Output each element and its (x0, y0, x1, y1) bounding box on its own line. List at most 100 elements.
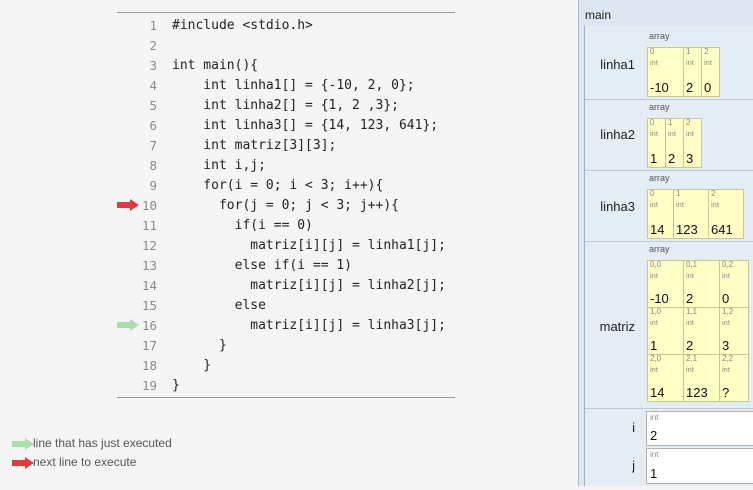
code-line-6: 6 int linha3[] = {14, 123, 641}; (117, 116, 455, 136)
cell-value: 2 (686, 291, 694, 306)
line-number: 10 (141, 198, 157, 213)
array-caption: array (649, 102, 670, 112)
array-cell: 0 int -10 (647, 47, 684, 97)
code-line-13: 13 else if(i == 1) (117, 256, 455, 276)
cell-value: 14 (650, 222, 665, 237)
var-name-linha2: linha2 (600, 127, 635, 142)
var-name-j: j (632, 458, 635, 473)
matrix-cell: 1,0 int 1 (647, 307, 684, 355)
code-line-10: 10 for(j = 0; j < 3; j++){ (117, 196, 455, 216)
array-cell: 0 int 14 (647, 189, 674, 239)
scalar-type: int (650, 413, 659, 422)
line-number: 12 (141, 238, 157, 253)
line-number: 14 (141, 278, 157, 293)
code-text: matriz[i][j] = linha2[j]; (172, 278, 446, 293)
array-cell: 1 int 123 (673, 189, 709, 239)
matrix-cell: 1,1 int 2 (683, 307, 720, 355)
array-cell: 1 int 2 (665, 118, 684, 168)
cell-value: 1 (650, 151, 658, 166)
line-number: 9 (149, 178, 157, 193)
legend-next-label: next line to execute (33, 455, 137, 469)
cell-value: -10 (650, 291, 669, 306)
line-number: 17 (141, 338, 157, 353)
code-text: #include <stdio.h> (172, 18, 313, 33)
scalar-type: int (650, 450, 659, 459)
cell-type: int (650, 200, 658, 209)
code-text: for(i = 0; i < 3; i++){ (172, 178, 384, 193)
code-text: int i,j; (172, 158, 266, 173)
cell-index: 2 (704, 47, 709, 56)
cell-index: 0,1 (686, 260, 698, 269)
code-text: } (172, 358, 212, 373)
code-text: int linha2[] = {1, 2 ,3}; (172, 98, 399, 113)
code-text: for(j = 0; j < 3; j++){ (172, 198, 399, 213)
line-number: 16 (141, 318, 157, 333)
var-name-matriz: matriz (599, 319, 635, 334)
cell-type: int (686, 58, 694, 67)
cell-value: ? (722, 385, 730, 400)
line-number: 8 (149, 158, 157, 173)
array-cell: 2 int 3 (683, 118, 702, 168)
code-line-17: 17 } (117, 336, 455, 356)
var-name-linha1: linha1 (600, 57, 635, 72)
matrix-cell: 2,1 int 123 (683, 354, 720, 402)
cell-value: 3 (686, 151, 694, 166)
cell-index: 1 (686, 47, 691, 56)
code-line-2: 2 (117, 36, 455, 56)
cell-type: int (686, 271, 694, 280)
cell-type: int (711, 200, 719, 209)
cell-value: 2 (686, 338, 694, 353)
line-number: 13 (141, 258, 157, 273)
matrix-cell: 2,2 int? (719, 354, 749, 402)
scalar-i: int 2 (646, 411, 753, 446)
cell-type: int (686, 129, 694, 138)
row-separator (585, 170, 753, 171)
code-line-9: 9 for(i = 0; i < 3; i++){ (117, 176, 455, 196)
line-number: 7 (149, 138, 157, 153)
code-line-5: 5 int linha2[] = {1, 2 ,3}; (117, 96, 455, 116)
cell-index: 0 (650, 118, 655, 127)
cell-type: int (650, 129, 658, 138)
line-number: 15 (141, 298, 157, 313)
line-number: 1 (149, 18, 157, 33)
matrix-cell: 2,0 int 14 (647, 354, 684, 402)
code-text: } (172, 338, 227, 353)
memory-panel: main linha1 array 0 int -10 1 int 2 2 int 0 li… (578, 0, 753, 486)
code-text: int matriz[3][3]; (172, 138, 337, 153)
code-text: int main(){ (172, 58, 259, 73)
cell-value: 641 (711, 222, 733, 237)
cell-value: 1 (650, 338, 658, 353)
var-name-linha3: linha3 (600, 199, 635, 214)
line-number: 11 (141, 218, 157, 233)
array-caption: array (649, 173, 670, 183)
legend-executed-label: line that has just executed (33, 436, 172, 450)
line-number: 19 (141, 378, 157, 393)
cell-value: 0 (704, 80, 712, 95)
row-separator (585, 99, 753, 100)
cell-value: 123 (676, 222, 698, 237)
cell-index: 1 (668, 118, 673, 127)
array-cell: 2 int 641 (708, 189, 744, 239)
code-line-11: 11 if(i == 0) (117, 216, 455, 236)
matrix-cell: 0,1 int 2 (683, 260, 720, 308)
code-line-7: 7 int matriz[3][3]; (117, 136, 455, 156)
row-separator (585, 241, 753, 242)
cell-index: 1,2 (722, 307, 734, 316)
cell-value: 2 (668, 151, 676, 166)
cell-index: 1,1 (686, 307, 698, 316)
cell-type: int (722, 318, 730, 327)
cell-value: 2 (686, 80, 694, 95)
code-line-15: 15 else (117, 296, 455, 316)
cell-index: 2,1 (686, 354, 698, 363)
cell-index: 0 (650, 47, 655, 56)
line-number: 6 (149, 118, 157, 133)
code-text: else if(i == 1) (172, 258, 353, 273)
matrix-cell: 0,0 int -10 (647, 260, 684, 308)
frame-title: main (585, 8, 612, 22)
code-line-1: 1 #include <stdio.h> (117, 16, 455, 36)
code-text: matriz[i][j] = linha1[j]; (172, 238, 446, 253)
cell-value: 14 (650, 385, 665, 400)
code-line-16: 16 matriz[i][j] = linha3[j]; (117, 316, 455, 336)
code-text: if(i == 0) (172, 218, 313, 233)
scalar-value: 2 (650, 428, 658, 443)
